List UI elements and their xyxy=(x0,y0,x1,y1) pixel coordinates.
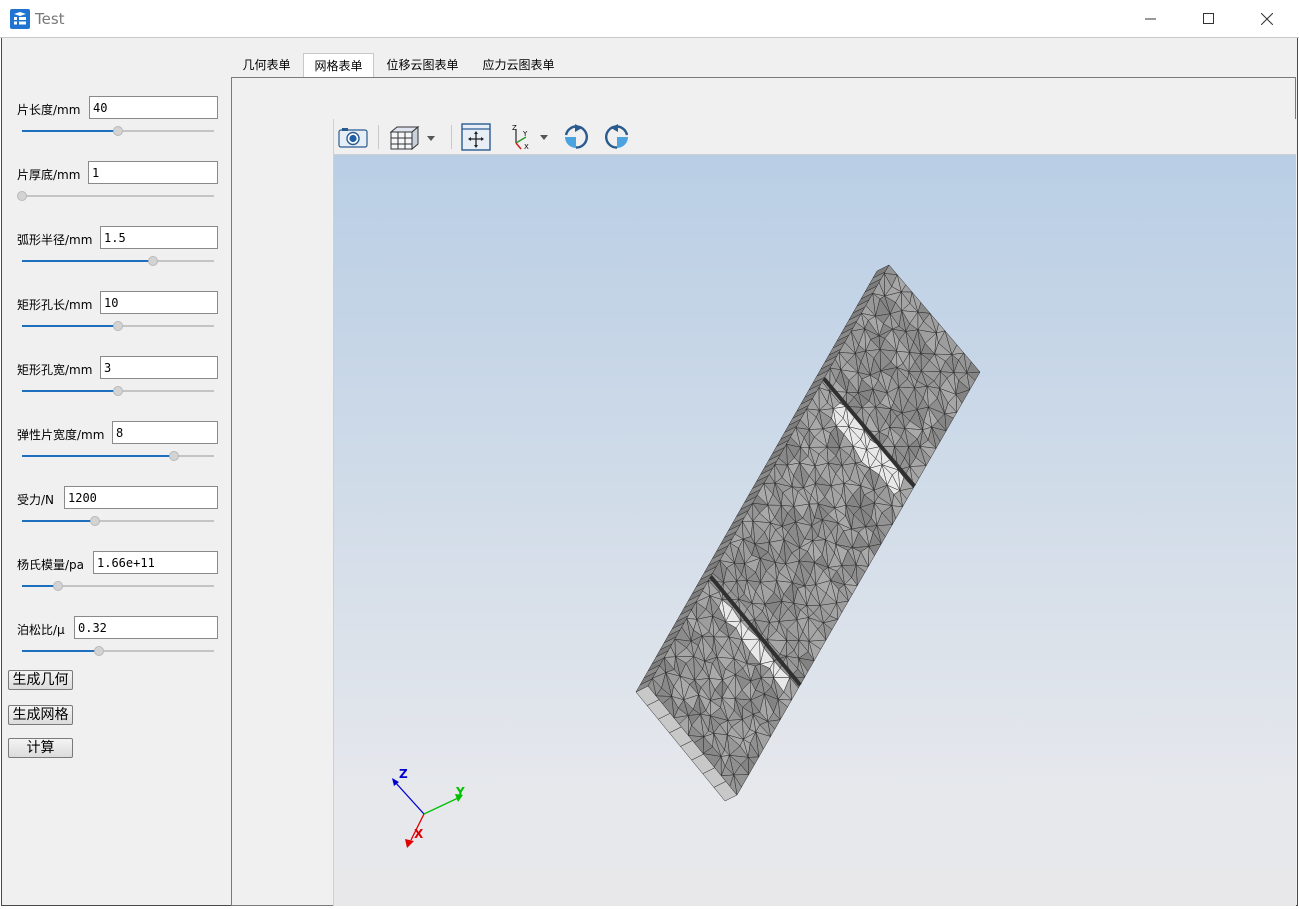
slider-thumb[interactable] xyxy=(89,516,100,526)
param-input-youngs-modulus[interactable] xyxy=(93,551,218,574)
minimize-icon xyxy=(1145,18,1156,20)
slider-spring-width[interactable] xyxy=(22,451,214,461)
param-input-arc-radius[interactable] xyxy=(100,226,218,249)
param-input-force[interactable] xyxy=(64,486,218,509)
slider-thumb[interactable] xyxy=(168,451,179,461)
minimize-button[interactable] xyxy=(1122,0,1180,38)
close-button[interactable] xyxy=(1238,0,1296,38)
generate-mesh-button[interactable]: 生成网格 xyxy=(8,705,73,725)
param-label-length: 片长度/mm xyxy=(17,103,81,117)
param-input-thickness[interactable] xyxy=(88,161,218,184)
svg-text:Z: Z xyxy=(512,124,517,132)
slider-thumb[interactable] xyxy=(113,386,123,396)
param-input-spring-width[interactable] xyxy=(112,421,218,444)
param-input-hole-width[interactable] xyxy=(100,356,218,379)
camera-icon xyxy=(338,128,368,148)
app-icon xyxy=(10,9,30,29)
slider-poisson-ratio[interactable] xyxy=(22,646,214,656)
param-label-hole-length: 矩形孔长/mm xyxy=(17,298,93,312)
param-label-spring-width: 弹性片宽度/mm xyxy=(17,428,105,442)
maximize-button[interactable] xyxy=(1180,0,1238,38)
tab-mesh[interactable]: 网格表单 xyxy=(303,53,374,78)
tab-stress[interactable]: 应力云图表单 xyxy=(471,53,566,78)
axis-label-y: Y xyxy=(455,785,465,799)
view-cube-icon xyxy=(389,125,435,151)
rotate-cw-button[interactable] xyxy=(561,123,591,151)
view-mode-button[interactable] xyxy=(386,123,438,151)
3d-viewer[interactable]: Z Y X Z Y X xyxy=(333,119,1296,906)
slider-arc-radius[interactable] xyxy=(22,256,214,266)
slider-hole-length[interactable] xyxy=(22,321,214,331)
slider-thumb[interactable] xyxy=(113,126,123,136)
rotate-ccw-button[interactable] xyxy=(602,123,632,151)
svg-text:Y: Y xyxy=(522,130,528,138)
param-label-force: 受力/N xyxy=(17,493,55,507)
param-label-youngs-modulus: 杨氏模量/pa xyxy=(17,558,85,572)
slider-force[interactable] xyxy=(22,516,214,526)
slider-thumb[interactable] xyxy=(93,646,104,656)
axis-label-z: Z xyxy=(399,767,408,781)
maximize-icon xyxy=(1203,13,1214,24)
slider-length[interactable] xyxy=(22,126,214,136)
title-bar: Test xyxy=(0,0,1299,38)
window-title: Test xyxy=(35,10,65,28)
param-label-thickness: 片厚底/mm xyxy=(17,168,81,182)
slider-thumb[interactable] xyxy=(113,321,123,331)
rotate-ccw-icon xyxy=(605,124,629,149)
close-icon xyxy=(1261,13,1273,25)
axes-icon: Z Y X xyxy=(512,124,548,151)
slider-thumb[interactable] xyxy=(53,581,64,591)
axis-triad: Z Y X xyxy=(392,767,465,848)
slider-hole-width[interactable] xyxy=(22,386,214,396)
param-label-poisson-ratio: 泊松比/μ xyxy=(17,623,65,637)
generate-geometry-button[interactable]: 生成几何 xyxy=(8,670,73,690)
slider-youngs-modulus[interactable] xyxy=(22,581,214,591)
viewer-toolbar: Z Y X xyxy=(334,119,1296,155)
slider-thickness[interactable] xyxy=(17,191,214,201)
tab-geometry[interactable]: 几何表单 xyxy=(231,53,302,78)
param-input-length[interactable] xyxy=(89,96,218,119)
slider-thumb[interactable] xyxy=(147,256,158,266)
axes-orientation-button[interactable]: Z Y X xyxy=(504,123,552,151)
svg-text:X: X xyxy=(524,143,529,151)
slider-thumb[interactable] xyxy=(17,191,27,201)
tab-displacement[interactable]: 位移云图表单 xyxy=(375,53,470,78)
fit-all-button[interactable] xyxy=(460,123,492,151)
param-input-poisson-ratio[interactable] xyxy=(74,616,218,639)
render-scene[interactable]: Z Y X xyxy=(334,155,1296,906)
param-input-hole-length[interactable] xyxy=(100,291,218,314)
compute-button[interactable]: 计算 xyxy=(8,738,73,758)
axis-label-x: X xyxy=(414,827,424,841)
screenshot-button[interactable] xyxy=(336,123,370,151)
rotate-cw-icon xyxy=(564,124,588,149)
param-label-arc-radius: 弧形半径/mm xyxy=(17,233,93,247)
fit-all-icon xyxy=(461,123,491,151)
param-label-hole-width: 矩形孔宽/mm xyxy=(17,363,93,377)
